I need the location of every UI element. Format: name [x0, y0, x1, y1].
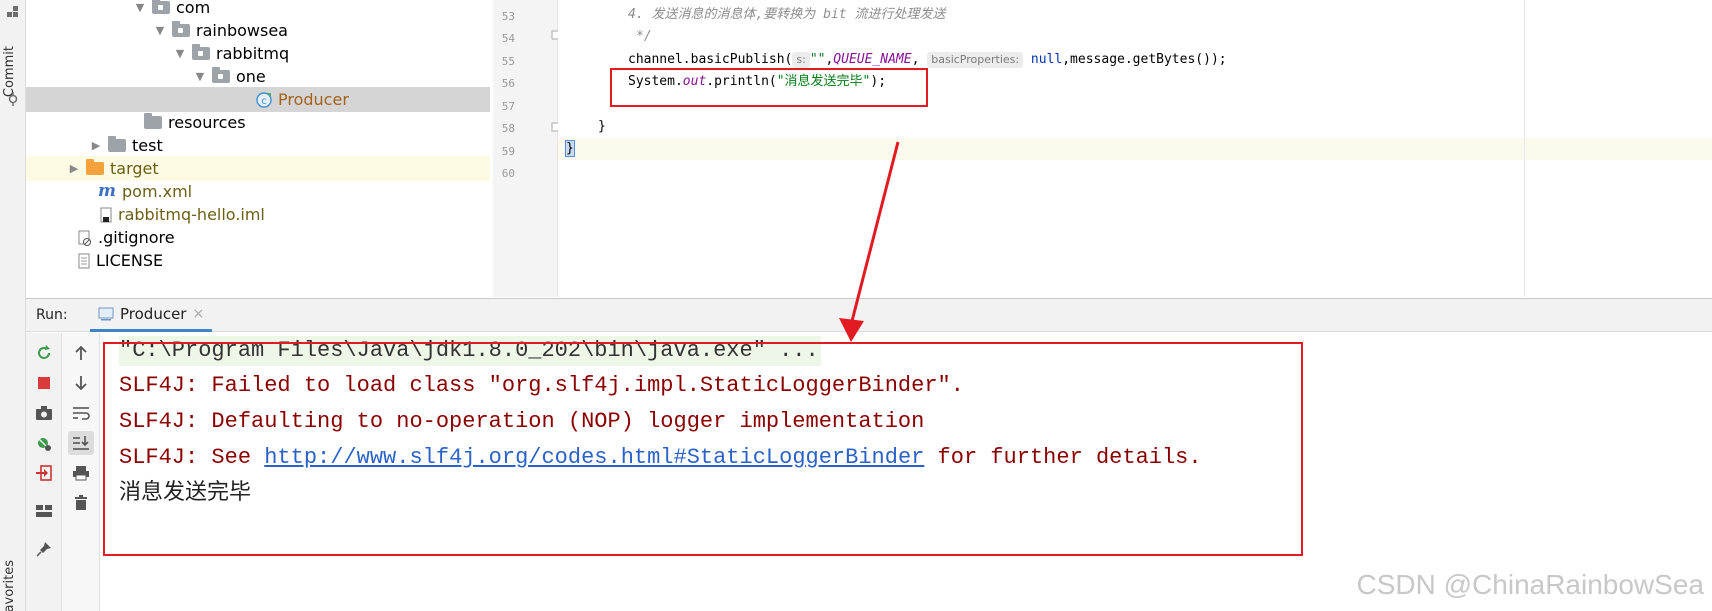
rerun-icon[interactable]: [34, 343, 54, 363]
scroll-to-end-icon[interactable]: [68, 431, 94, 455]
trash-icon[interactable]: [71, 493, 91, 513]
run-toolbar-primary: [26, 333, 62, 611]
annotation-box-console: [103, 342, 1303, 556]
tree-item-label: rabbitmq: [216, 44, 290, 63]
editor-gutter: 53 54 55 56 57 58 59 60: [493, 0, 561, 297]
left-tool-strip: Commit Favorites: [0, 0, 26, 611]
tree-item-test[interactable]: ▶ test: [90, 133, 163, 158]
tree-item-producer[interactable]: c Producer: [26, 87, 490, 112]
chevron-down-icon[interactable]: ▼: [194, 64, 206, 89]
tree-item-label: com: [176, 0, 211, 17]
tree-item-one[interactable]: ▼ one: [194, 64, 266, 89]
tree-item-label: target: [110, 159, 159, 178]
tree-item-resources[interactable]: resources: [144, 110, 246, 135]
tree-item-license[interactable]: LICENSE: [78, 248, 163, 273]
resources-folder-icon: [144, 113, 162, 129]
run-label: Run:: [36, 307, 68, 323]
stop-icon[interactable]: [34, 373, 54, 393]
pin-icon[interactable]: [34, 539, 54, 559]
project-tree: ▼ com ▼ rainbowsea ▼ rabbitmq ▼ one c Pr…: [26, 0, 490, 297]
commit-tool-label[interactable]: Commit: [2, 46, 17, 97]
run-tab-producer[interactable]: Producer ×: [90, 299, 213, 332]
arrow-down-icon[interactable]: [71, 373, 91, 393]
java-class-icon: c: [256, 91, 272, 108]
code-editor[interactable]: 4. 发送消息的消息体,要转换为 bit 流进行处理发送 */ channel.…: [558, 0, 1712, 297]
package-folder-icon: [192, 44, 210, 60]
debug-gear-icon[interactable]: [34, 433, 54, 453]
excluded-folder-icon: [86, 159, 104, 175]
tree-item-label: resources: [168, 113, 246, 132]
matched-brace: }: [565, 140, 575, 157]
param-hint: basicProperties:: [927, 52, 1024, 68]
annotation-box-code: [610, 68, 928, 107]
line-number: 57: [501, 100, 515, 113]
package-folder-icon: [212, 67, 230, 83]
tree-item-label: rabbitmq-hello.iml: [118, 205, 265, 224]
right-margin-guide: [1524, 0, 1525, 297]
tree-item-pom[interactable]: m pom.xml: [98, 179, 192, 204]
chevron-right-icon[interactable]: ▶: [68, 156, 80, 181]
chevron-down-icon[interactable]: ▼: [154, 18, 166, 43]
run-tab-label: Producer: [120, 305, 187, 323]
code-close-brace: }: [598, 119, 606, 134]
line-number: 55: [501, 55, 515, 68]
watermark: CSDN @ChinaRainbowSea: [1356, 569, 1704, 600]
tree-item-label: pom.xml: [122, 182, 193, 201]
tree-item-label: test: [132, 136, 163, 155]
exit-icon[interactable]: [34, 463, 54, 483]
tree-item-rabbitmq[interactable]: ▼ rabbitmq: [174, 41, 289, 66]
tree-item-label: rainbowsea: [196, 21, 288, 40]
close-icon[interactable]: ×: [192, 306, 204, 322]
tree-item-label: .gitignore: [98, 228, 175, 247]
tree-item-label: Producer: [278, 90, 349, 109]
arrow-up-icon[interactable]: [71, 343, 91, 363]
code-comment-line: 4. 发送消息的消息体,要转换为 bit 流进行处理发送: [628, 7, 946, 22]
folder-icon: [108, 136, 126, 152]
tree-item-label: one: [236, 67, 266, 86]
chevron-down-icon[interactable]: ▼: [174, 41, 186, 66]
package-folder-icon: [172, 21, 190, 37]
ide-window: Commit Favorites ▼ com ▼ rainbowsea ▼ ra…: [0, 0, 1712, 611]
tree-item-com[interactable]: ▼ com: [134, 0, 210, 20]
ignore-file-icon: [78, 230, 91, 246]
chevron-right-icon[interactable]: ▶: [90, 133, 102, 158]
module-file-icon: [100, 207, 112, 222]
line-number: 56: [501, 77, 515, 90]
caret-line: }: [558, 138, 1712, 160]
line-number: 53: [501, 10, 515, 23]
tree-item-rainbowsea[interactable]: ▼ rainbowsea: [154, 18, 288, 43]
print-icon[interactable]: [71, 463, 91, 483]
tree-item-label: LICENSE: [96, 251, 164, 270]
commit-icon[interactable]: [6, 92, 20, 106]
chevron-down-icon[interactable]: ▼: [134, 0, 146, 20]
layout-icon[interactable]: [34, 501, 54, 521]
tree-item-target[interactable]: ▶ target: [26, 156, 490, 181]
svg-text:c: c: [261, 96, 267, 107]
package-folder-icon: [152, 0, 170, 14]
maven-icon: m: [98, 181, 116, 201]
param-hint: s:: [792, 52, 810, 68]
run-toolbar-secondary: [62, 333, 100, 611]
tree-item-gitignore[interactable]: .gitignore: [78, 225, 175, 250]
camera-icon[interactable]: [34, 403, 54, 423]
favorites-tool-label[interactable]: Favorites: [2, 560, 17, 611]
tree-item-iml[interactable]: rabbitmq-hello.iml: [100, 202, 265, 227]
text-file-icon: [78, 253, 90, 268]
line-number: 54: [501, 32, 515, 45]
code-comment-end: */: [636, 29, 652, 44]
line-number: 59: [501, 145, 515, 158]
run-panel-header: Run: Producer ×: [26, 298, 1712, 332]
line-number: 60: [501, 167, 515, 180]
line-number: 58: [501, 122, 515, 135]
run-config-icon: [98, 307, 114, 321]
soft-wrap-icon[interactable]: [71, 403, 91, 423]
structure-icon[interactable]: [7, 6, 19, 18]
